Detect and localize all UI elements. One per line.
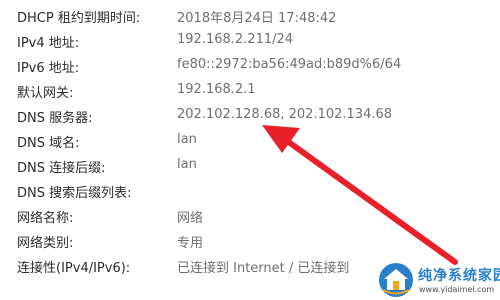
property-label: 连接性(IPv4/IPv6): <box>17 261 131 276</box>
property-row-dns-servers: DNS 服务器: 202.102.128.68, 202.102.134.68 <box>0 105 500 130</box>
property-label: DNS 连接后缀: <box>17 161 106 176</box>
property-value: 2018年8月24日 17:48:42 <box>177 11 337 26</box>
property-row-ipv6-address: IPv6 地址: fe80::2972:ba56:49ad:b89d%6/64 <box>0 55 500 80</box>
watermark: 纯净系统家园 www.yidaimei.com <box>378 260 500 300</box>
property-value: 网络 <box>177 211 204 226</box>
property-label: 网络类别: <box>17 236 74 251</box>
network-properties-list: DHCP 租约到期时间: 2018年8月24日 17:48:42 IPv4 地址… <box>0 0 500 300</box>
property-value: 202.102.128.68, 202.102.134.68 <box>177 107 393 122</box>
property-row-default-gateway: 默认网关: 192.168.2.1 <box>0 80 500 105</box>
property-value: 192.168.2.211/24 <box>177 32 294 47</box>
property-row-network-category: 网络类别: 专用 <box>0 230 500 255</box>
property-value: 专用 <box>177 236 204 251</box>
watermark-name: 纯净系统家园 <box>418 268 500 284</box>
property-row-dns-search-suffix-list: DNS 搜索后缀列表: <box>0 180 500 205</box>
property-row-dhcp-lease-expires: DHCP 租约到期时间: 2018年8月24日 17:48:42 <box>0 5 500 30</box>
property-label: DHCP 租约到期时间: <box>17 11 141 26</box>
property-label: DNS 域名: <box>17 136 80 151</box>
property-label: DNS 服务器: <box>17 111 93 126</box>
property-label: IPv6 地址: <box>17 61 80 76</box>
property-value: 192.168.2.1 <box>177 82 256 97</box>
house-logo-icon <box>379 263 413 297</box>
property-value: fe80::2972:ba56:49ad:b89d%6/64 <box>177 57 402 72</box>
property-label: IPv4 地址: <box>17 36 80 51</box>
property-row-dns-connection-suffix: DNS 连接后缀: lan <box>0 155 500 180</box>
property-label: 网络名称: <box>17 211 74 226</box>
property-value: lan <box>177 132 197 147</box>
property-label: 默认网关: <box>17 86 74 101</box>
property-row-dns-domain: DNS 域名: lan <box>0 130 500 155</box>
property-label: DNS 搜索后缀列表: <box>17 186 132 201</box>
watermark-url: www.yidaimei.com <box>419 285 495 294</box>
property-value: 已连接到 Internet / 已连接到 <box>177 261 350 276</box>
property-value: lan <box>177 157 197 172</box>
property-row-ipv4-address: IPv4 地址: 192.168.2.211/24 <box>0 30 500 55</box>
property-row-network-name: 网络名称: 网络 <box>0 205 500 230</box>
